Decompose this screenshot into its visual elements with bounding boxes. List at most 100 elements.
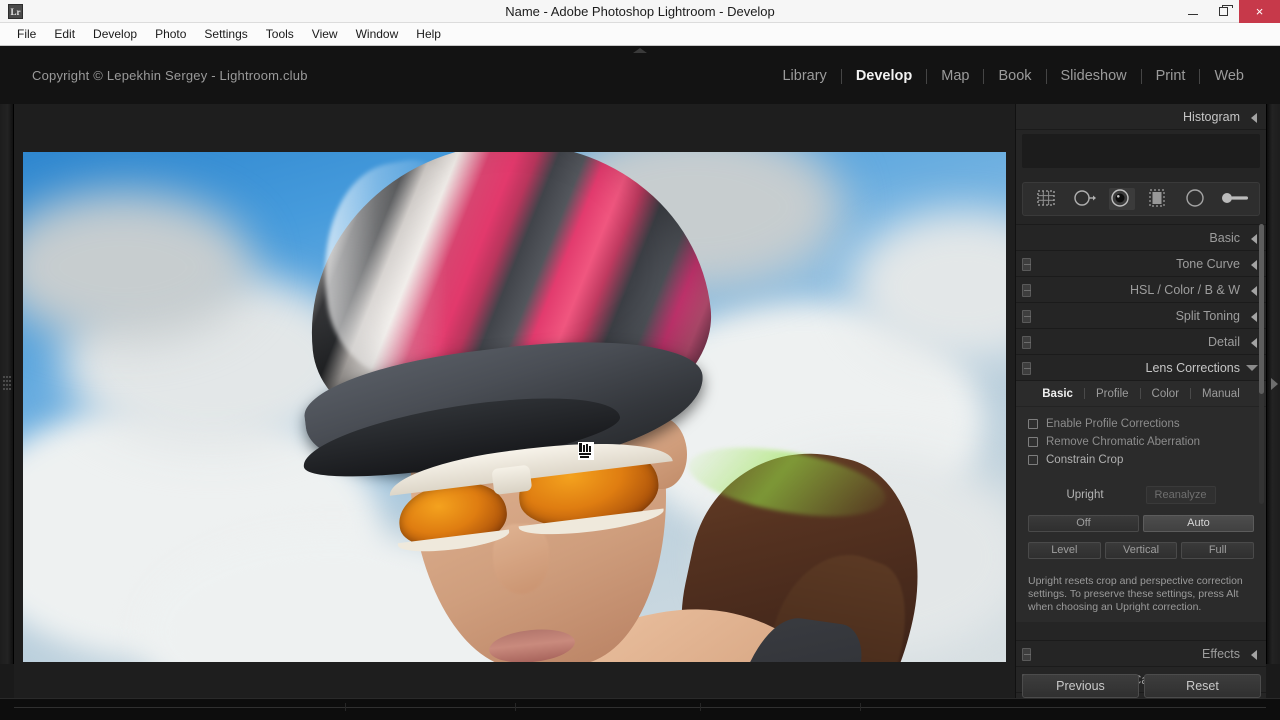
collapse-arrow-icon: [1251, 234, 1257, 244]
panel-switch-toggle[interactable]: [1022, 336, 1031, 349]
module-slideshow[interactable]: Slideshow: [1047, 64, 1141, 88]
panel-title: Split Toning: [1175, 308, 1240, 323]
image-canvas[interactable]: [14, 104, 1015, 706]
panel-effects-header[interactable]: Effects: [1016, 641, 1266, 667]
identity-plate[interactable]: Copyright © Lepekhin Sergey - Lightroom.…: [32, 68, 308, 83]
panel-title: Tone Curve: [1176, 256, 1240, 271]
upright-full-button[interactable]: Full: [1181, 542, 1255, 559]
module-book[interactable]: Book: [984, 64, 1045, 88]
upright-help-text: Upright resets crop and perspective corr…: [1028, 575, 1243, 613]
upright-buttons-row-2: Level Vertical Full: [1016, 542, 1266, 559]
top-panel-collapse-toggle[interactable]: [631, 46, 649, 55]
enable-profile-corrections-label: Enable Profile Corrections: [1046, 418, 1180, 430]
panel-title: Lens Corrections: [1145, 360, 1241, 375]
right-panel-toggle[interactable]: [1266, 104, 1280, 664]
remove-chromatic-aberration-checkbox[interactable]: [1028, 437, 1038, 447]
red-eye-correction-tool[interactable]: [1109, 188, 1136, 210]
window-title: Name - Adobe Photoshop Lightroom - Devel…: [505, 4, 775, 19]
histogram-panel[interactable]: [1016, 130, 1266, 178]
tab-lens-color[interactable]: Color: [1141, 388, 1190, 400]
reanalyze-button[interactable]: Reanalyze: [1145, 486, 1216, 504]
upright-vertical-button[interactable]: Vertical: [1104, 542, 1178, 559]
module-web[interactable]: Web: [1200, 64, 1258, 88]
spot-removal-tool[interactable]: [1072, 188, 1098, 210]
menu-settings[interactable]: Settings: [195, 23, 256, 45]
lightroom-window: Lr Name - Adobe Photoshop Lightroom - De…: [0, 0, 1280, 720]
module-picker-bar: Copyright © Lepekhin Sergey - Lightroom.…: [0, 46, 1280, 104]
graduated-filter-tool[interactable]: [1147, 188, 1173, 210]
photo-subject-cyclist: [23, 152, 1006, 662]
panel-title: HSL / Color / B & W: [1130, 282, 1240, 297]
constrain-crop-checkbox[interactable]: [1028, 455, 1038, 465]
left-panel-toggle[interactable]: [0, 104, 14, 664]
filmstrip-tick: [700, 703, 701, 711]
collapse-arrow-icon: [1251, 312, 1257, 322]
collapse-arrow-icon: [1251, 286, 1257, 296]
module-map[interactable]: Map: [927, 64, 983, 88]
constrain-crop-label: Constrain Crop: [1046, 454, 1124, 466]
collapse-arrow-icon: [1251, 650, 1257, 660]
radial-filter-tool[interactable]: [1184, 188, 1210, 210]
lens-corrections-body: Basic Profile Color Manual Enable Profil…: [1016, 381, 1266, 622]
panel-lens-corrections-header[interactable]: Lens Corrections: [1016, 355, 1266, 381]
upright-level-button[interactable]: Level: [1028, 542, 1101, 559]
module-print[interactable]: Print: [1142, 64, 1200, 88]
enable-profile-corrections-row[interactable]: Enable Profile Corrections: [1016, 415, 1266, 433]
develop-photo[interactable]: [23, 152, 1006, 662]
maximize-button[interactable]: [1208, 0, 1239, 23]
panel-switch-toggle[interactable]: [1022, 648, 1031, 661]
remove-chromatic-aberration-label: Remove Chromatic Aberration: [1046, 436, 1201, 448]
module-library[interactable]: Library: [768, 64, 840, 88]
menubar: File Edit Develop Photo Settings Tools V…: [0, 23, 1280, 46]
filmstrip-tick: [515, 703, 516, 711]
tab-lens-basic[interactable]: Basic: [1031, 388, 1084, 400]
menu-edit[interactable]: Edit: [45, 23, 84, 45]
menu-file[interactable]: File: [8, 23, 45, 45]
menu-photo[interactable]: Photo: [146, 23, 195, 45]
menu-window[interactable]: Window: [347, 23, 408, 45]
panel-grip-icon: [3, 376, 11, 390]
panel-switch-toggle[interactable]: [1022, 284, 1031, 297]
constrain-crop-row[interactable]: Constrain Crop: [1016, 451, 1266, 469]
panel-title: Effects: [1202, 646, 1240, 661]
upright-section-header: Upright Reanalyze: [1016, 485, 1266, 505]
reset-button[interactable]: Reset: [1144, 674, 1261, 698]
panel-detail-header[interactable]: Detail: [1016, 329, 1266, 355]
menu-tools[interactable]: Tools: [257, 23, 303, 45]
enable-profile-corrections-checkbox[interactable]: [1028, 419, 1038, 429]
upright-auto-button[interactable]: Auto: [1143, 515, 1254, 532]
chevron-up-icon: [633, 48, 647, 53]
upright-off-button[interactable]: Off: [1028, 515, 1139, 532]
right-panel: Histogram Basic Tone Curve HSL / Color /…: [1015, 104, 1266, 704]
chevron-right-icon: [1271, 378, 1278, 390]
scrollbar-thumb[interactable]: [1259, 224, 1264, 394]
filmstrip-divider: [14, 707, 1266, 708]
panel-histogram-header[interactable]: Histogram: [1016, 104, 1266, 130]
adjustment-brush-tool[interactable]: [1221, 188, 1249, 210]
module-picker: Library Develop Map Book Slideshow Print…: [768, 64, 1258, 88]
panel-tone-curve-header[interactable]: Tone Curve: [1016, 251, 1266, 277]
minimize-button[interactable]: [1177, 0, 1208, 23]
previous-button[interactable]: Previous: [1022, 674, 1139, 698]
menu-develop[interactable]: Develop: [84, 23, 146, 45]
sunglasses-bridge: [491, 464, 533, 496]
upright-label: Upright: [1066, 489, 1104, 501]
panel-basic-header[interactable]: Basic: [1016, 225, 1266, 251]
menu-view[interactable]: View: [303, 23, 347, 45]
panel-hsl-color-bw-header[interactable]: HSL / Color / B & W: [1016, 277, 1266, 303]
panel-switch-toggle[interactable]: [1022, 362, 1031, 375]
filmstrip[interactable]: [0, 698, 1280, 720]
minimize-icon: [1187, 14, 1198, 15]
panel-switch-toggle[interactable]: [1022, 258, 1031, 271]
crop-overlay-tool[interactable]: [1035, 188, 1061, 210]
panel-split-toning-header[interactable]: Split Toning: [1016, 303, 1266, 329]
right-panel-scrollbar[interactable]: [1259, 224, 1264, 504]
tab-lens-profile[interactable]: Profile: [1085, 388, 1140, 400]
tab-lens-manual[interactable]: Manual: [1191, 388, 1251, 400]
panel-switch-toggle[interactable]: [1022, 310, 1031, 323]
module-develop[interactable]: Develop: [842, 64, 926, 88]
menu-help[interactable]: Help: [407, 23, 450, 45]
close-button[interactable]: ×: [1239, 0, 1280, 23]
remove-chromatic-aberration-row[interactable]: Remove Chromatic Aberration: [1016, 433, 1266, 451]
panel-title: Basic: [1209, 230, 1240, 245]
